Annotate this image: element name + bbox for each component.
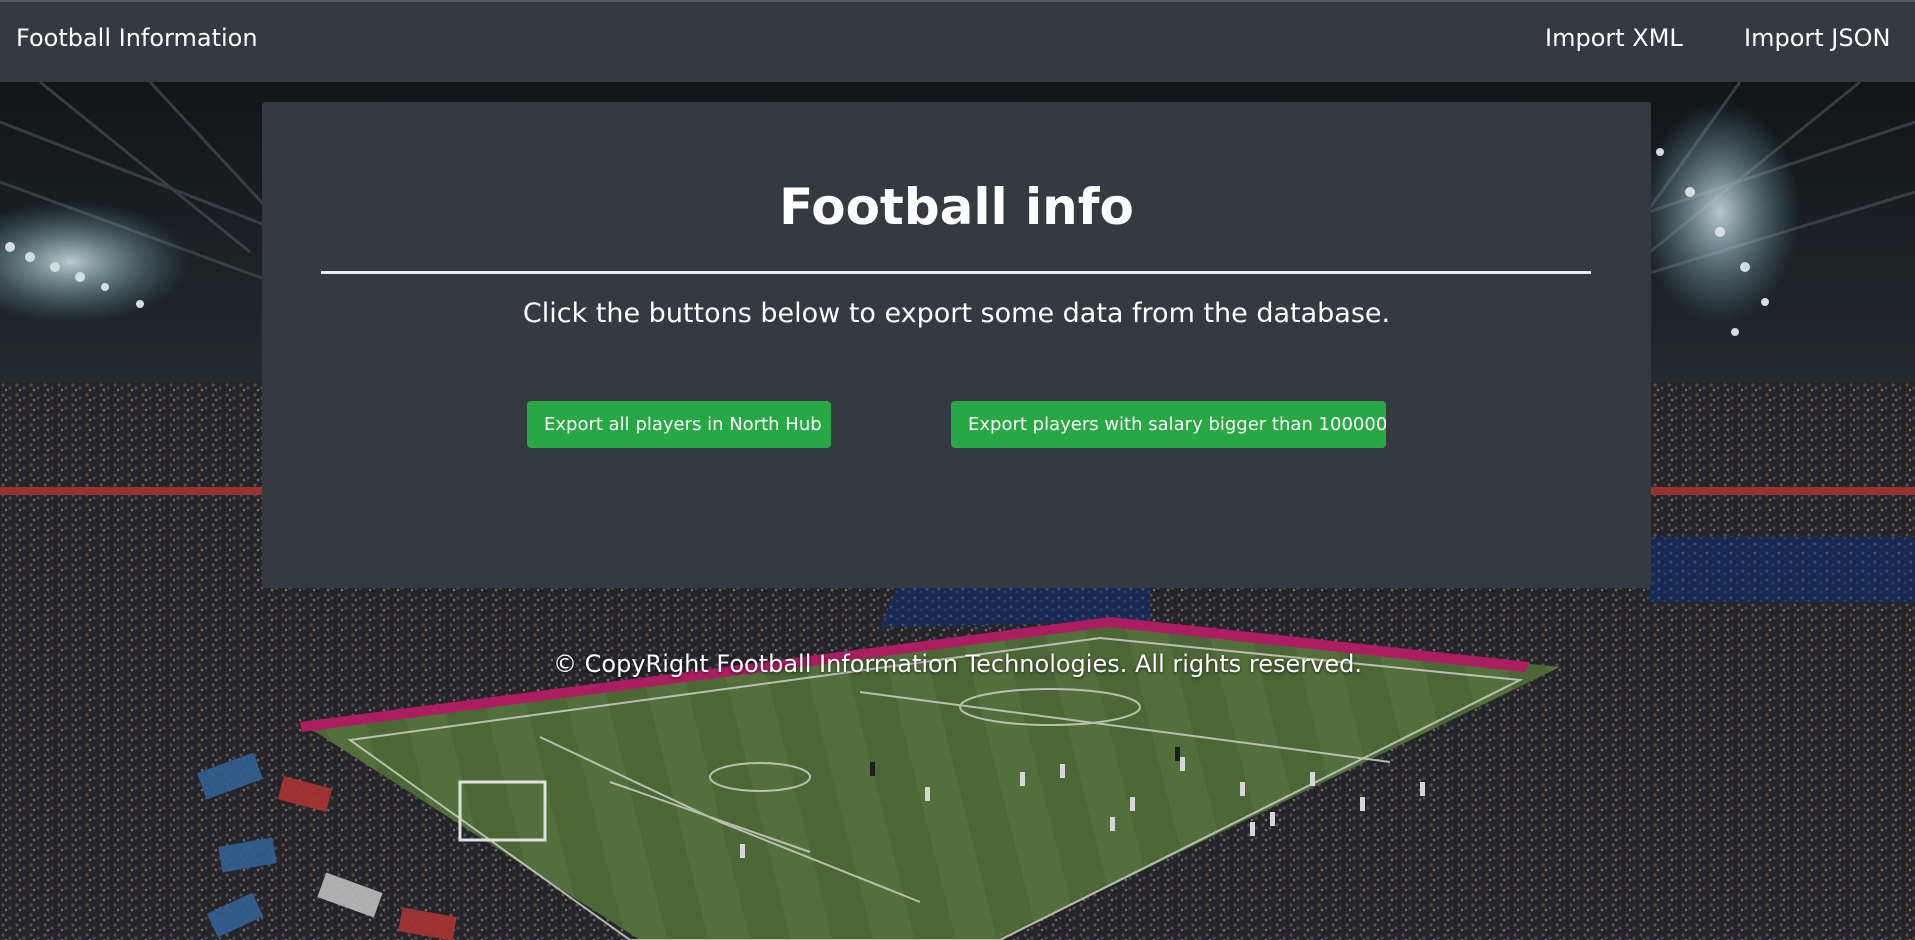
title-divider [321, 271, 1591, 274]
export-card: Football info Click the buttons below to… [262, 102, 1651, 588]
card-subtitle: Click the buttons below to export some d… [522, 298, 1391, 329]
export-north-hub-button[interactable]: Export all players in North Hub [527, 401, 831, 448]
top-navbar: Football Information Import XML Import J… [0, 0, 1915, 82]
footer-copyright: © CopyRight Football Information Technol… [553, 650, 1362, 678]
export-salary-button[interactable]: Export players with salary bigger than 1… [951, 401, 1387, 448]
nav-link-import-json[interactable]: Import JSON [1744, 24, 1890, 52]
page-title: Football info [779, 178, 1134, 236]
nav-link-import-xml[interactable]: Import XML [1545, 24, 1683, 52]
navbar-brand[interactable]: Football Information [16, 24, 258, 52]
